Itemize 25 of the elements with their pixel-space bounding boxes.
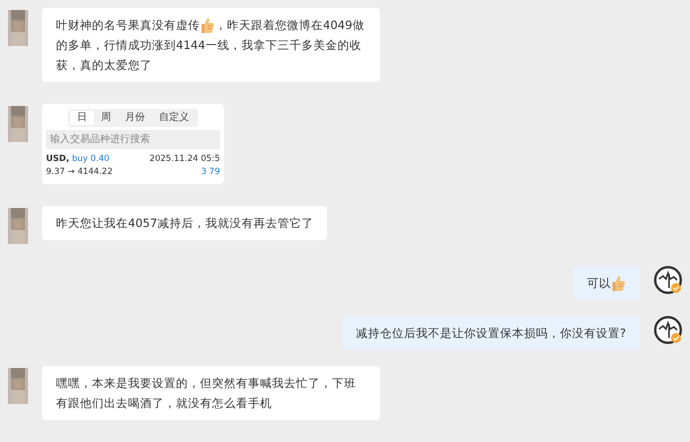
tab[interactable]: 月份 xyxy=(118,111,152,125)
message-text: 嘿嘿，本来是我要设置的，但突然有事喊我去忙了，下班有跟他们出去喝酒了，就没有怎么看手机 xyxy=(56,375,357,412)
trade-profit: 3 79 xyxy=(201,166,220,178)
message-text: 叶财神的名号果真没有虚传 xyxy=(56,17,200,34)
avatar xyxy=(8,208,28,244)
message-text: 可以 xyxy=(587,275,611,292)
message-text: ，昨天跟着您微博在4049做 xyxy=(215,17,364,34)
search-field[interactable]: 输入交易品种进行搜索 xyxy=(46,130,220,149)
trade-symbol: USD, xyxy=(46,154,70,164)
avatar xyxy=(8,368,28,404)
trade-time: 2025.11.24 05:5 xyxy=(150,153,220,165)
trade-action: buy 0.40 xyxy=(72,154,110,164)
tab[interactable]: 周 xyxy=(94,111,118,125)
tab[interactable]: 自定义 xyxy=(152,111,196,125)
avatar xyxy=(8,106,28,142)
avatar xyxy=(654,316,682,344)
trade-prices: 9.37 → 4144.22 xyxy=(46,166,113,178)
message-text: 的多单，行情成功涨到4144一线，我拿下三千多美金的收获，真的太爱您了 xyxy=(56,37,362,74)
message-text: 昨天您让我在4057减持后，我就没有再去管它了 xyxy=(56,215,314,232)
tab[interactable]: 日 xyxy=(70,111,94,125)
thumbs-up-icon xyxy=(200,16,215,34)
message-text: 减持仓位后我不是让你设置保本损吗，你没有设置? xyxy=(356,325,626,342)
avatar xyxy=(8,10,28,46)
avatar xyxy=(654,266,682,294)
thumbs-up-icon xyxy=(611,274,626,292)
